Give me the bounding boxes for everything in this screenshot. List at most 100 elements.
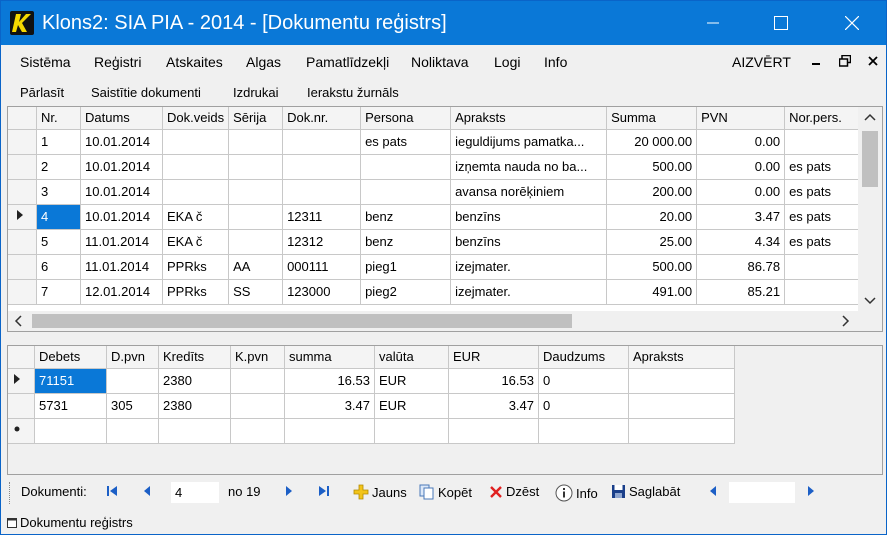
table-cell[interactable]: 4.34 bbox=[696, 229, 786, 255]
menu-atskaites[interactable]: Atskaites bbox=[166, 54, 223, 70]
table-cell[interactable] bbox=[282, 179, 362, 205]
mdi-restore-button[interactable] bbox=[835, 51, 855, 71]
table-cell[interactable]: 0 bbox=[538, 368, 629, 394]
table-cell[interactable] bbox=[34, 418, 107, 444]
table-cell[interactable] bbox=[162, 129, 230, 155]
row-indicator[interactable] bbox=[8, 204, 37, 230]
title-bar[interactable]: Klons2: SIA PIA - 2014 - [Dokumentu reģi… bbox=[1, 1, 886, 45]
table-cell[interactable] bbox=[282, 154, 362, 180]
table-cell[interactable]: 123000 bbox=[282, 279, 362, 305]
row-indicator[interactable] bbox=[8, 254, 37, 280]
table-cell[interactable]: 85.21 bbox=[696, 279, 786, 305]
close-button[interactable] bbox=[829, 1, 875, 45]
table-cell[interactable] bbox=[538, 418, 629, 444]
row-indicator[interactable] bbox=[8, 154, 37, 180]
table-cell[interactable] bbox=[628, 393, 735, 419]
column-header[interactable]: Daudzums bbox=[538, 346, 629, 369]
menu-info[interactable]: Info bbox=[544, 54, 567, 70]
table-cell[interactable] bbox=[784, 254, 862, 280]
documents-horizontal-scrollbar[interactable] bbox=[8, 311, 882, 331]
vertical-scroll-thumb[interactable] bbox=[862, 131, 878, 187]
table-row[interactable]: 4 10.01.2014 EKA č 12311 benz benzīns 20.00 3.4… bbox=[8, 204, 862, 230]
table-cell[interactable]: EKA č bbox=[162, 204, 230, 230]
column-header[interactable]: Debets bbox=[34, 346, 107, 369]
column-header[interactable]: D.pvn bbox=[106, 346, 159, 369]
mdi-minimize-button[interactable] bbox=[806, 51, 826, 71]
table-cell[interactable]: 500.00 bbox=[606, 154, 698, 180]
table-cell[interactable] bbox=[162, 154, 230, 180]
table-cell[interactable]: 11.01.2014 bbox=[80, 229, 163, 255]
table-row[interactable]: 7 12.01.2014 PPRks SS 123000 pieg2 izejmater. 4… bbox=[8, 279, 862, 305]
table-cell[interactable]: pieg1 bbox=[360, 254, 452, 280]
linked-documents-button[interactable]: Saistītie dokumenti bbox=[91, 85, 201, 100]
table-cell[interactable]: 20.00 bbox=[606, 204, 698, 230]
column-header[interactable]: K.pvn bbox=[230, 346, 285, 369]
horizontal-scroll-thumb[interactable] bbox=[32, 314, 572, 328]
row-indicator[interactable] bbox=[8, 129, 37, 155]
window-tab-dokumentu-registrs[interactable]: Dokumentu reģistrs bbox=[7, 515, 133, 530]
table-cell[interactable]: 000111 bbox=[282, 254, 362, 280]
table-cell[interactable]: PPRks bbox=[162, 254, 230, 280]
table-cell[interactable]: pieg2 bbox=[360, 279, 452, 305]
table-cell[interactable]: 0.00 bbox=[696, 129, 786, 155]
table-cell[interactable]: EKA č bbox=[162, 229, 230, 255]
menu-sistema[interactable]: Sistēma bbox=[20, 54, 71, 70]
table-row[interactable]: 5731 305 2380 3.47 EUR 3.47 0 bbox=[8, 393, 735, 419]
table-cell[interactable]: 10.01.2014 bbox=[80, 179, 163, 205]
row-indicator[interactable] bbox=[8, 393, 35, 419]
table-cell[interactable] bbox=[228, 179, 284, 205]
table-cell[interactable]: es pats bbox=[784, 204, 862, 230]
table-row[interactable]: 2 10.01.2014 izņemta nauda no ba... 500.00 0… bbox=[8, 154, 862, 180]
new-row-indicator[interactable] bbox=[8, 418, 35, 444]
minimize-button[interactable] bbox=[690, 1, 736, 45]
column-header[interactable]: Dok.veids bbox=[162, 107, 230, 130]
table-cell[interactable] bbox=[230, 368, 285, 394]
table-cell[interactable]: 2380 bbox=[158, 393, 231, 419]
table-cell[interactable]: 200.00 bbox=[606, 179, 698, 205]
table-cell[interactable]: benz bbox=[360, 229, 452, 255]
mdi-close-button[interactable] bbox=[863, 51, 883, 71]
table-cell[interactable]: 16.53 bbox=[284, 368, 375, 394]
table-cell[interactable]: izņemta nauda no ba... bbox=[450, 154, 608, 180]
column-header[interactable]: Nr. bbox=[36, 107, 81, 130]
next-record-button[interactable] bbox=[283, 484, 295, 498]
table-cell[interactable] bbox=[284, 418, 375, 444]
table-cell[interactable]: 10.01.2014 bbox=[80, 204, 163, 230]
table-cell[interactable]: 0.00 bbox=[696, 179, 786, 205]
maximize-button[interactable] bbox=[758, 1, 804, 45]
reload-button[interactable]: Pārlasīt bbox=[20, 85, 64, 100]
table-cell[interactable]: 3 bbox=[36, 179, 81, 205]
table-cell[interactable] bbox=[106, 368, 159, 394]
table-cell[interactable] bbox=[228, 129, 284, 155]
table-cell[interactable]: 1 bbox=[36, 129, 81, 155]
table-cell[interactable]: EUR bbox=[374, 368, 449, 394]
table-cell[interactable]: EUR bbox=[374, 393, 449, 419]
table-cell[interactable]: ieguldijums pamatka... bbox=[450, 129, 608, 155]
table-cell[interactable] bbox=[784, 129, 862, 155]
table-cell[interactable] bbox=[106, 418, 159, 444]
table-cell[interactable]: 11.01.2014 bbox=[80, 254, 163, 280]
table-cell[interactable]: 10.01.2014 bbox=[80, 129, 163, 155]
next-page-button[interactable] bbox=[805, 484, 817, 498]
documents-vertical-scrollbar[interactable] bbox=[858, 107, 882, 311]
table-cell[interactable]: SS bbox=[228, 279, 284, 305]
documents-grid[interactable]: Nr. Datums Dok.veids Sērija Dok.nr. Persona Ap… bbox=[7, 106, 883, 332]
table-cell[interactable]: 25.00 bbox=[606, 229, 698, 255]
first-record-button[interactable] bbox=[105, 484, 119, 498]
column-header[interactable]: Apraksts bbox=[450, 107, 608, 130]
table-cell[interactable] bbox=[784, 279, 862, 305]
table-row[interactable]: 71151 2380 16.53 EUR 16.53 0 bbox=[8, 368, 735, 394]
table-cell[interactable]: izejmater. bbox=[450, 254, 608, 280]
new-row[interactable] bbox=[8, 418, 735, 444]
table-row[interactable]: 5 11.01.2014 EKA č 12312 benz benzīns 25.00 4.3… bbox=[8, 229, 862, 255]
save-record-button[interactable]: Saglabāt bbox=[611, 484, 680, 499]
table-cell[interactable] bbox=[360, 154, 452, 180]
column-header[interactable]: Sērija bbox=[228, 107, 284, 130]
table-row[interactable]: 6 11.01.2014 PPRks AA 000111 pieg1 izejmater. 5… bbox=[8, 254, 862, 280]
column-header[interactable]: Datums bbox=[80, 107, 163, 130]
table-cell[interactable] bbox=[230, 418, 285, 444]
table-cell[interactable]: 10.01.2014 bbox=[80, 154, 163, 180]
table-cell[interactable] bbox=[228, 229, 284, 255]
table-cell[interactable] bbox=[228, 154, 284, 180]
table-cell[interactable]: 5 bbox=[36, 229, 81, 255]
